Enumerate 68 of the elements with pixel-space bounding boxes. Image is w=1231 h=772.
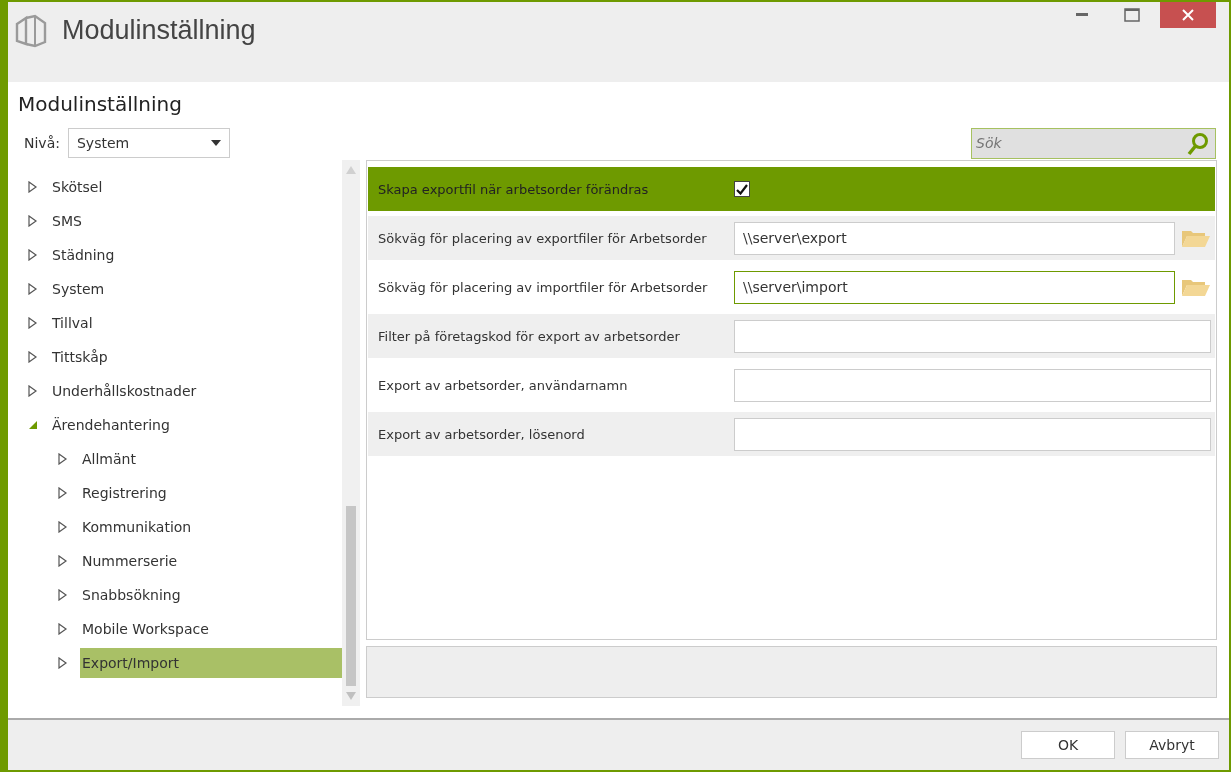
scrollbar[interactable] xyxy=(342,160,360,706)
tree-item[interactable]: Snabbsökning xyxy=(18,578,342,612)
checkmark-icon xyxy=(736,183,748,195)
close-button[interactable] xyxy=(1160,2,1216,28)
scroll-down-icon xyxy=(346,692,356,700)
path-field[interactable]: \\server\export xyxy=(734,221,1175,255)
tree-item[interactable]: Allmänt xyxy=(18,442,342,476)
setting-label: Export av arbetsorder, lösenord xyxy=(378,426,586,442)
tree-item[interactable]: Städning xyxy=(18,238,342,272)
collapsed-triangle-icon xyxy=(58,487,68,499)
dialog-button[interactable]: OK xyxy=(1021,731,1115,759)
tree-item[interactable]: Tillval xyxy=(18,306,342,340)
folder-icon[interactable] xyxy=(1181,228,1211,248)
tree-item[interactable]: Kommunikation xyxy=(18,510,342,544)
collapsed-triangle-icon xyxy=(28,317,38,329)
level-label: Nivå: xyxy=(24,135,60,151)
collapsed-triangle-icon xyxy=(28,181,38,193)
tree-item[interactable]: Mobile Workspace xyxy=(18,612,342,646)
expanded-triangle-icon xyxy=(28,420,38,430)
setting-label: Export av arbetsorder, användarnamn xyxy=(378,377,629,393)
scroll-up-icon xyxy=(346,166,356,174)
dialog-button[interactable]: Avbryt xyxy=(1125,731,1219,759)
search-icon xyxy=(1187,131,1209,156)
minimize-icon xyxy=(1076,13,1088,17)
window-title: Modulinställning xyxy=(62,15,256,46)
collapsed-triangle-icon xyxy=(58,555,68,567)
setting-label: Filter på företagskod för export av arbetsorder xyxy=(378,328,681,344)
tree-item[interactable]: Nummerserie xyxy=(18,544,342,578)
collapsed-triangle-icon xyxy=(28,351,38,363)
tree-item[interactable]: SMS xyxy=(18,204,342,238)
collapsed-triangle-icon xyxy=(58,453,68,465)
setting-label: Sökväg för placering av importfiler för Arbetsorder xyxy=(378,279,709,295)
search-field[interactable]: Sök xyxy=(971,127,1216,159)
setting-row[interactable]: Export av arbetsorder, användarnamn xyxy=(368,363,1215,407)
page-heading: Modulinställning xyxy=(18,92,183,116)
maximize-icon xyxy=(1124,8,1140,22)
collapsed-triangle-icon xyxy=(58,589,68,601)
input-field[interactable] xyxy=(734,319,1211,353)
tree-item[interactable]: Registrering xyxy=(18,476,342,510)
house-logo-icon xyxy=(14,14,48,48)
collapsed-triangle-icon xyxy=(28,283,38,295)
setting-row[interactable]: Sökväg för placering av importfiler för Arbetsorder \\server\import xyxy=(368,265,1215,309)
setting-label: Sökväg för placering av exportfiler för Arbetsorder xyxy=(378,230,708,246)
tree-item[interactable]: Underhållskostnader xyxy=(18,374,342,408)
collapsed-triangle-icon xyxy=(58,657,68,669)
collapsed-triangle-icon xyxy=(58,521,68,533)
tree-item[interactable]: System xyxy=(18,272,342,306)
tree-item[interactable]: Ärendehantering xyxy=(18,408,342,442)
input-field[interactable] xyxy=(734,417,1211,451)
level-dropdown[interactable]: System xyxy=(67,128,230,158)
setting-row[interactable]: Filter på företagskod för export av arbetsorder xyxy=(368,314,1215,358)
setting-row[interactable]: Export av arbetsorder, lösenord xyxy=(368,412,1215,456)
close-icon xyxy=(1182,9,1194,21)
scrollbar-thumb[interactable] xyxy=(346,506,356,686)
collapsed-triangle-icon xyxy=(28,385,38,397)
tree-item[interactable]: Tittskåp xyxy=(18,340,342,374)
checkbox[interactable] xyxy=(734,181,750,197)
tree-item[interactable]: Skötsel xyxy=(18,170,342,204)
collapsed-triangle-icon xyxy=(28,249,38,261)
input-field[interactable] xyxy=(734,368,1211,402)
caret-icon xyxy=(210,140,221,146)
setting-row[interactable]: Skapa exportfil när arbetsorder förändras xyxy=(368,167,1215,211)
folder-icon[interactable] xyxy=(1181,277,1211,297)
collapsed-triangle-icon xyxy=(58,623,68,635)
collapsed-triangle-icon xyxy=(28,215,38,227)
setting-label: Skapa exportfil när arbetsorder förändras xyxy=(378,181,650,197)
setting-row[interactable]: Sökväg för placering av exportfiler för Arbetsorder \\server\export xyxy=(368,216,1215,260)
path-field[interactable]: \\server\import xyxy=(734,270,1175,304)
